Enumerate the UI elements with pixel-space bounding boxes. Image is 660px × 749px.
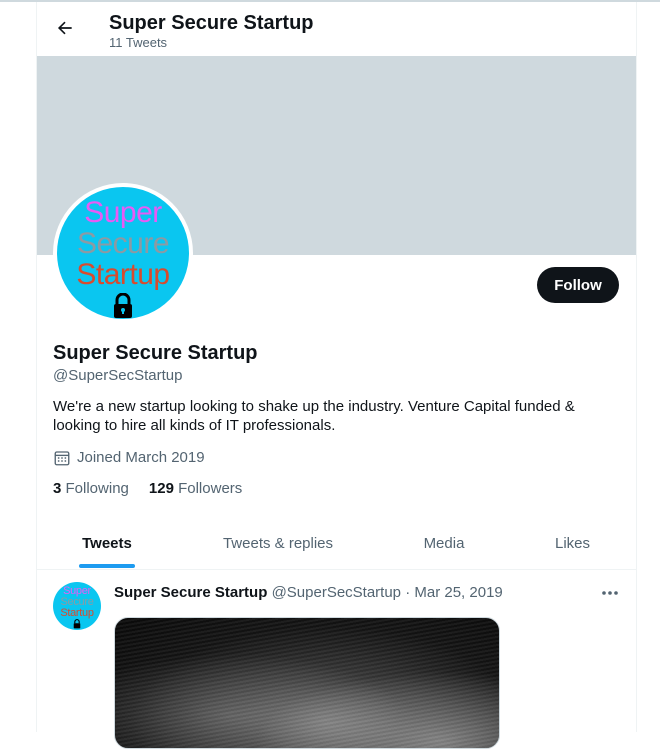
display-name: Super Secure Startup	[53, 342, 258, 364]
tweet-avatar[interactable]: Super Secure Startup	[53, 582, 101, 630]
joined-label: Joined March 2019	[77, 449, 205, 466]
active-tab-indicator	[79, 564, 135, 568]
back-button[interactable]	[47, 10, 83, 46]
tweet-date[interactable]: Mar 25, 2019	[414, 584, 502, 601]
followers-label: Followers	[178, 480, 243, 497]
profile-header: Super Secure Startup 11 Tweets	[37, 2, 636, 56]
following-link[interactable]: 3 Following	[53, 479, 129, 499]
profile-tabs: Tweets Tweets & replies Media Likes	[37, 517, 636, 570]
media-texture	[115, 618, 499, 748]
user-handle: @SuperSecStartup	[53, 367, 183, 384]
tab-tweets-replies[interactable]: Tweets & replies	[177, 517, 379, 569]
tweet-author-name[interactable]: Super Secure Startup	[114, 584, 267, 601]
tweet-media-image[interactable]	[114, 617, 500, 749]
tweet-header: Super Secure Startup @SuperSecStartup · …	[114, 583, 503, 603]
lock-icon	[114, 293, 132, 318]
following-count: 3	[53, 480, 62, 497]
tweet-count: 11 Tweets	[109, 35, 168, 50]
followers-link[interactable]: 129 Followers	[149, 479, 242, 499]
avatar-logo: Super Secure Startup	[57, 187, 189, 319]
followers-count: 129	[148, 480, 174, 497]
tweet-logo-startup: Startup	[60, 607, 94, 619]
logo-text-startup: Startup	[76, 258, 170, 291]
lock-icon	[73, 619, 81, 629]
tab-media[interactable]: Media	[379, 517, 509, 569]
following-label: Following	[65, 480, 129, 497]
follow-stats: 3 Following 129 Followers	[53, 479, 242, 499]
profile-avatar[interactable]: Super Secure Startup	[53, 183, 193, 323]
more-horizontal-icon	[602, 591, 618, 595]
tweet-author-handle[interactable]: @SuperSecStartup	[272, 584, 401, 601]
logo-text-super: Super	[84, 196, 162, 229]
joined-date: Joined March 2019	[53, 448, 205, 468]
calendar-icon	[54, 451, 70, 466]
tweet-more-button[interactable]	[593, 582, 627, 604]
arrow-left-icon	[57, 21, 72, 35]
tab-likes[interactable]: Likes	[509, 517, 636, 569]
profile-column: Super Secure Startup 11 Tweets Super Sec…	[36, 2, 637, 749]
tweet-item[interactable]: Super Secure Startup Super Secure Startu…	[37, 570, 636, 749]
tweet-separator: ·	[405, 584, 411, 601]
header-title: Super Secure Startup	[109, 12, 314, 34]
tab-tweets[interactable]: Tweets	[37, 517, 177, 569]
follow-button[interactable]: Follow	[537, 267, 619, 303]
profile-bio: We're a new startup looking to shake up …	[53, 398, 575, 434]
logo-text-secure: Secure	[76, 227, 170, 260]
